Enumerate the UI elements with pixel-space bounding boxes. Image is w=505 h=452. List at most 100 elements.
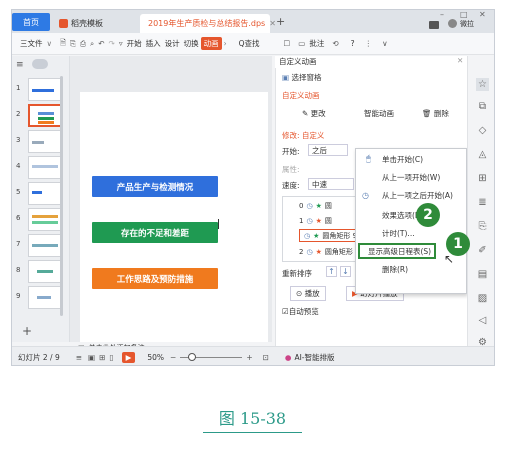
slide-button-gaps[interactable]: 存在的不足和差距	[92, 222, 218, 243]
move-down-icon[interactable]: ↓	[340, 266, 351, 277]
more-icon[interactable]: ▿	[117, 39, 125, 48]
menu-item-advanced-timeline[interactable]: 显示高级日程表(S)	[358, 243, 436, 259]
zoom-level[interactable]: 50%	[147, 353, 164, 362]
zoom-in-icon[interactable]: +	[246, 353, 252, 362]
grid-icon[interactable]: ⊞	[476, 172, 489, 185]
align-icon[interactable]: ≣	[476, 196, 489, 209]
shape-icon[interactable]: ◇	[476, 124, 489, 137]
properties-icon[interactable]: ⧉	[476, 100, 489, 113]
print-icon[interactable]: ⎙	[78, 39, 88, 49]
context-menu: 🖱 单击开始(C) 从上一项开始(W) ◷ 从上一项之后开始(A) 效果选项(E).…	[355, 148, 467, 294]
table-icon[interactable]: ▤	[476, 268, 489, 281]
notes-toggle-icon[interactable]: ≡	[76, 353, 82, 362]
fill-icon[interactable]: ◬	[476, 148, 489, 161]
sorter-view-icon[interactable]: ⊞	[99, 353, 105, 362]
help-button[interactable]: ?	[349, 39, 357, 48]
thumbnail-slide-5[interactable]	[28, 182, 62, 205]
tab-home[interactable]: 首页	[12, 13, 50, 31]
zoom-out-icon[interactable]: −	[170, 353, 176, 362]
menu-file[interactable]: 三文件	[18, 38, 45, 49]
thumbnail-slide-6[interactable]	[28, 208, 62, 231]
comment-button[interactable]: 批注	[307, 38, 326, 49]
autopreview-checkbox[interactable]: ☑自动预览	[282, 306, 319, 317]
edit-icon[interactable]: ✐	[476, 244, 489, 257]
menu-transition[interactable]: 切换	[182, 38, 201, 49]
close-tab-icon[interactable]: ✕	[269, 19, 276, 28]
image-icon[interactable]: ▨	[476, 292, 489, 305]
pencil-icon: ✎	[302, 109, 311, 118]
normal-view-icon[interactable]: ▣	[88, 353, 95, 362]
save-icon[interactable]: 🗎	[58, 37, 68, 50]
play-button[interactable]: ⊙ 播放	[290, 286, 326, 301]
menu-item-timing[interactable]: 计时(T)...	[362, 225, 415, 241]
share-icon[interactable]: ☐	[282, 39, 293, 48]
outline-icon[interactable]: ≡	[16, 60, 24, 70]
menu-start[interactable]: 开始	[125, 38, 144, 49]
menu-item-delete[interactable]: 删除(R)	[362, 261, 408, 277]
minimize-icon[interactable]: –	[440, 10, 444, 19]
speed-select[interactable]: 中速	[308, 178, 354, 190]
slide-button-plans[interactable]: 工作思路及预防措施	[92, 268, 218, 289]
menu-more-icon[interactable]: ›	[222, 39, 229, 48]
avatar[interactable]	[448, 19, 457, 28]
zoom-slider-handle[interactable]	[188, 352, 197, 361]
menu-design[interactable]: 设计	[163, 38, 182, 49]
slide-button-production[interactable]: 产品生产与检测情况	[92, 176, 218, 197]
tab-bar: 首页 稻壳模板 2019年生产质检与总结报告.dps ✕ + 微拉 – □ ✕	[12, 10, 494, 33]
ai-layout-button[interactable]: AI-智能排版	[294, 352, 334, 363]
thumbnail-scrollbar[interactable]	[60, 76, 63, 316]
user-name[interactable]: 微拉	[460, 19, 474, 29]
copy-icon[interactable]: ⎘	[476, 220, 489, 233]
start-select[interactable]: 之后	[308, 144, 348, 156]
fit-icon[interactable]: ⊡	[263, 353, 269, 362]
comment-icon[interactable]: ▭	[296, 39, 307, 48]
thumbnail-slide-2[interactable]	[28, 104, 62, 127]
undo-icon[interactable]: ↶	[96, 39, 106, 48]
search-button[interactable]: Q查找	[237, 38, 262, 49]
thumbnail-view-toggle[interactable]	[32, 59, 48, 69]
export-icon[interactable]: ⎘	[68, 39, 78, 49]
delete-button[interactable]: 🗑 删除	[422, 108, 449, 119]
menu-item-label: 显示高级日程表(S)	[368, 246, 432, 256]
tab-document[interactable]: 2019年生产质检与总结报告.dps ✕	[140, 14, 276, 33]
thumbnail-slide-3[interactable]	[28, 130, 62, 153]
reading-view-icon[interactable]: ▯	[109, 353, 113, 362]
autopreview-label: 自动预览	[288, 307, 319, 316]
collapse-icon[interactable]: ∨	[380, 39, 390, 48]
smart-label: 智能动画	[364, 109, 394, 118]
smart-animation-button[interactable]: 智能动画	[364, 108, 394, 119]
menu-item-click-start[interactable]: 🖱 单击开始(C)	[362, 151, 423, 167]
thumbnail-slide-8[interactable]	[28, 260, 62, 283]
close-window-icon[interactable]: ✕	[479, 10, 486, 19]
animation-pane-icon[interactable]: ☆	[476, 78, 489, 91]
menu-animation[interactable]: 动画	[200, 37, 222, 50]
property-label: 属性:	[282, 165, 300, 174]
select-pane-row[interactable]: ▣ 选择窗格	[282, 72, 321, 83]
window-layout-icon[interactable]	[429, 21, 439, 29]
thumbnail-slide-1[interactable]	[28, 78, 62, 101]
play-slideshow-icon[interactable]: ▶	[121, 351, 136, 363]
panel-close-icon[interactable]: ✕	[457, 56, 463, 65]
maximize-icon[interactable]: □	[460, 10, 468, 19]
change-button[interactable]: ✎ 更改	[302, 108, 326, 119]
menu-item-after-previous[interactable]: ◷ 从上一项之后开始(A)	[358, 187, 464, 203]
tab-document-label: 2019年生产质检与总结报告.dps	[148, 19, 266, 28]
menu-item-label: 从上一项开始(W)	[382, 172, 441, 182]
new-tab-icon[interactable]: +	[276, 15, 285, 28]
menu-item-with-previous[interactable]: 从上一项开始(W)	[362, 169, 440, 185]
tab-template[interactable]: 稻壳模板	[54, 14, 126, 33]
thumbnail-slide-4[interactable]	[28, 156, 62, 179]
chevron-down-icon[interactable]: ∨	[45, 39, 55, 48]
thumbnail-slide-7[interactable]	[28, 234, 62, 257]
zoom-slider[interactable]	[180, 352, 243, 361]
settings-more-icon[interactable]: ⋮	[363, 39, 375, 48]
redo-icon[interactable]: ↷	[107, 39, 117, 48]
thumbnail-slide-9[interactable]	[28, 286, 62, 309]
audio-icon[interactable]: ◁	[476, 314, 489, 327]
clock-icon: ◷	[304, 231, 311, 240]
menu-insert[interactable]: 插入	[144, 38, 163, 49]
preview-icon[interactable]: ⌕	[88, 39, 96, 49]
collab-icon[interactable]: ⟲	[330, 39, 340, 48]
add-slide-icon[interactable]: +	[22, 324, 32, 338]
move-up-icon[interactable]: ↑	[326, 266, 337, 277]
